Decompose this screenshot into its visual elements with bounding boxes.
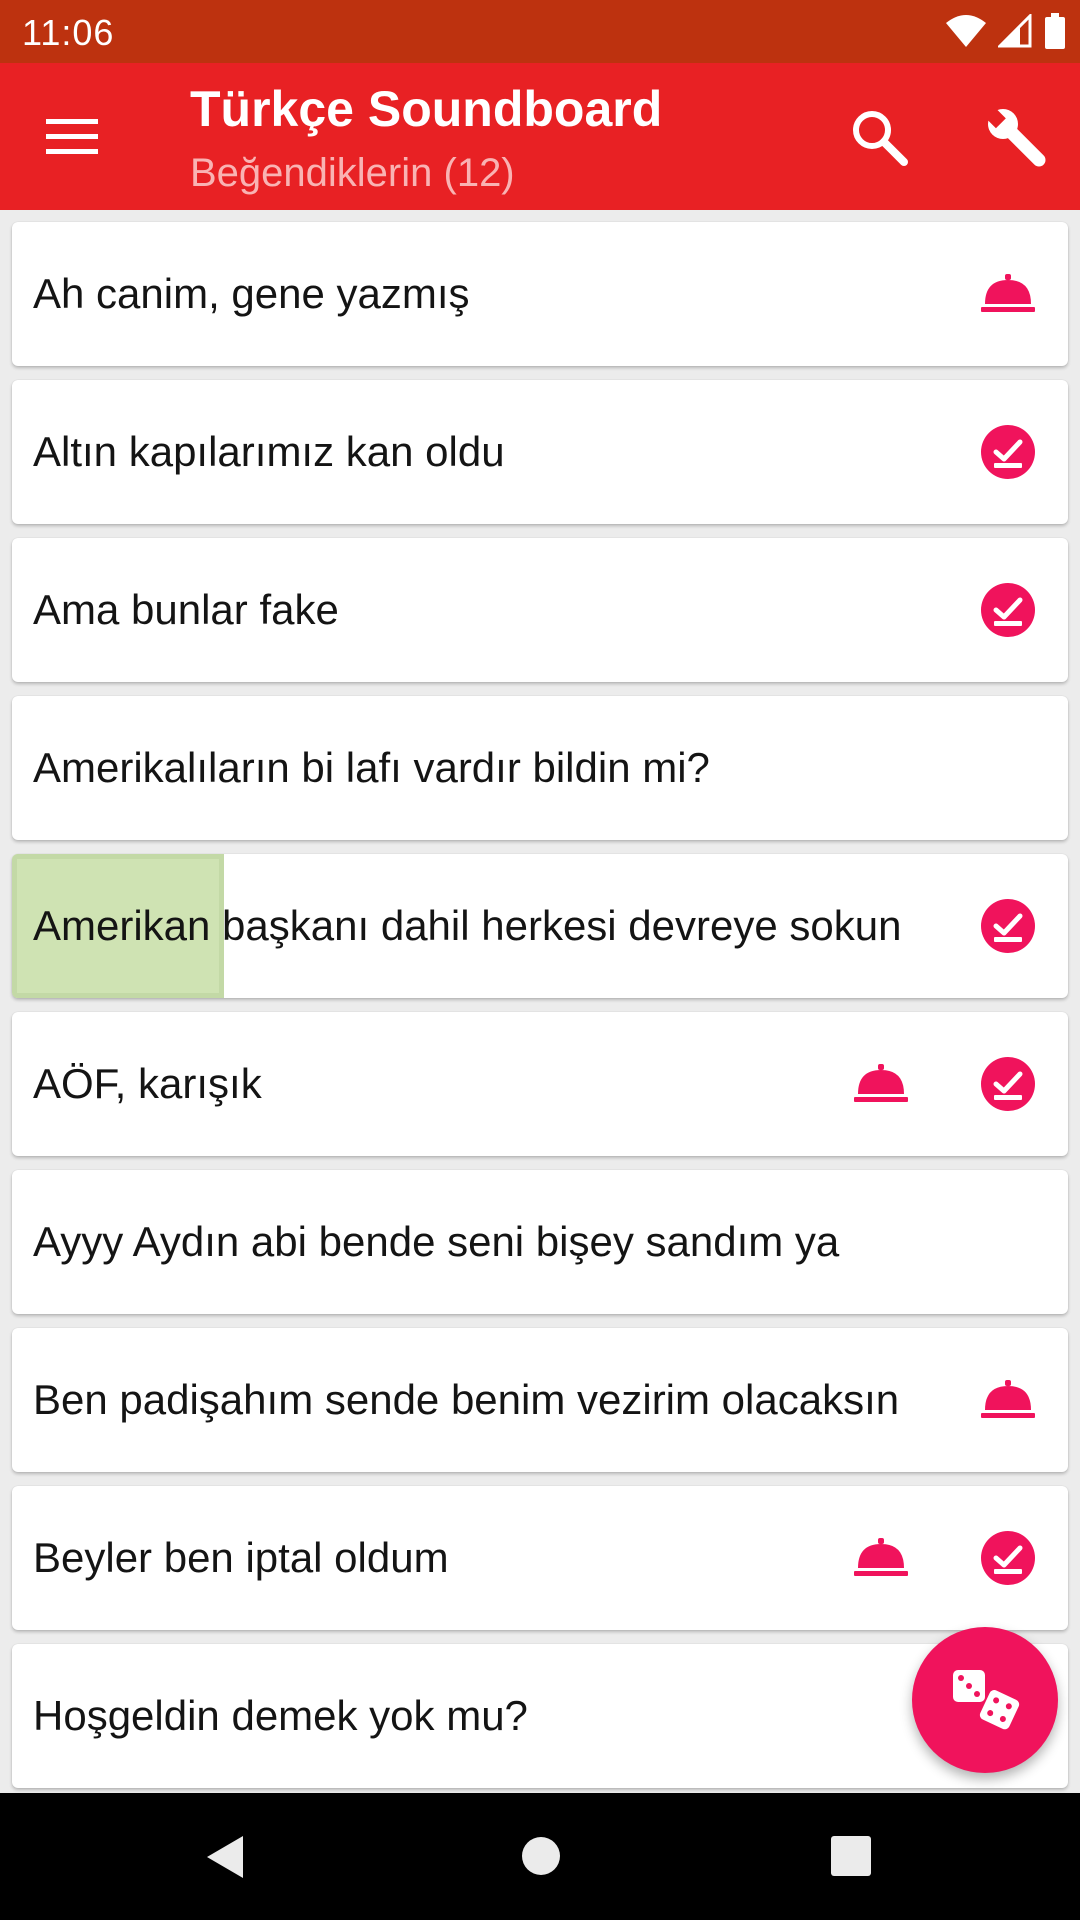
back-icon (207, 1836, 243, 1878)
notification-sound-icon[interactable] (979, 265, 1037, 323)
downloaded-check-icon[interactable] (979, 1529, 1037, 1587)
random-sound-button[interactable] (912, 1627, 1058, 1773)
wrench-icon (985, 107, 1046, 167)
downloaded-check-icon[interactable] (979, 897, 1037, 955)
downloaded-check-icon[interactable] (979, 1055, 1037, 1113)
sound-label: Altın kapılarımız kan oldu (33, 428, 505, 475)
sound-label: Ayyy Aydın abi bende seni bişey sandım y… (33, 1218, 840, 1265)
app-title: Türkçe Soundboard (190, 81, 663, 137)
dice-icon (953, 1670, 1020, 1730)
sound-item[interactable]: Ben padişahım sende benim vezirim olacak… (12, 1328, 1068, 1472)
app-subtitle: Beğendiklerin (12) (190, 151, 515, 195)
sound-item[interactable]: AÖF, karışık (12, 1012, 1068, 1156)
sound-item[interactable]: Altın kapılarımız kan oldu (12, 380, 1068, 524)
recents-icon (831, 1836, 871, 1876)
search-icon (853, 111, 908, 166)
recents-button[interactable] (827, 1831, 875, 1881)
notification-sound-icon[interactable] (979, 1371, 1037, 1429)
sound-label: Beyler ben iptal oldum (33, 1534, 449, 1581)
sound-item[interactable]: Ama bunlar fake (12, 538, 1068, 682)
sound-label: Ah canim, gene yazmış (33, 270, 470, 317)
back-button[interactable] (200, 1829, 250, 1885)
signal-icon (998, 14, 1032, 48)
search-button[interactable] (843, 101, 915, 173)
home-button[interactable] (516, 1831, 566, 1881)
status-time: 11:06 (22, 12, 115, 53)
sound-label: Ama bunlar fake (33, 586, 339, 633)
sound-label: Hoşgeldin demek yok mu? (33, 1692, 528, 1739)
sound-item[interactable]: Ah canim, gene yazmış (12, 222, 1068, 366)
menu-icon (46, 119, 98, 154)
sound-item[interactable]: Hoşgeldin demek yok mu? (12, 1644, 1068, 1788)
sound-item[interactable]: Beyler ben iptal oldum (12, 1486, 1068, 1630)
status-icons (946, 12, 1066, 50)
downloaded-check-icon[interactable] (979, 423, 1037, 481)
battery-icon (1045, 13, 1065, 49)
downloaded-check-icon[interactable] (979, 581, 1037, 639)
sound-label: Amerikalıların bi lafı vardır bildin mi? (33, 744, 710, 791)
sound-label: Amerikan başkanı dahil herkesi devreye s… (33, 902, 902, 949)
settings-button[interactable] (978, 99, 1054, 175)
sound-item[interactable]: Ayyy Aydın abi bende seni bişey sandım y… (12, 1170, 1068, 1314)
status-bar: 11:06 (0, 0, 1080, 63)
home-icon (522, 1837, 560, 1875)
sound-list[interactable]: Ah canim, gene yazmış Altın kapılarımız k… (0, 210, 1080, 1793)
app-bar: Türkçe Soundboard Beğendiklerin (12) (0, 63, 1080, 210)
notification-sound-icon[interactable] (852, 1529, 910, 1587)
sound-item[interactable]: Amerikalıların bi lafı vardır bildin mi? (12, 696, 1068, 840)
sound-item[interactable]: Amerikan başkanı dahil herkesi devreye s… (12, 854, 1068, 998)
sound-label: AÖF, karışık (33, 1060, 262, 1107)
notification-sound-icon[interactable] (852, 1055, 910, 1113)
menu-button[interactable] (38, 107, 106, 167)
navigation-bar (0, 1793, 1080, 1920)
wifi-icon (946, 15, 986, 47)
sound-label: Ben padişahım sende benim vezirim olacak… (33, 1376, 900, 1423)
